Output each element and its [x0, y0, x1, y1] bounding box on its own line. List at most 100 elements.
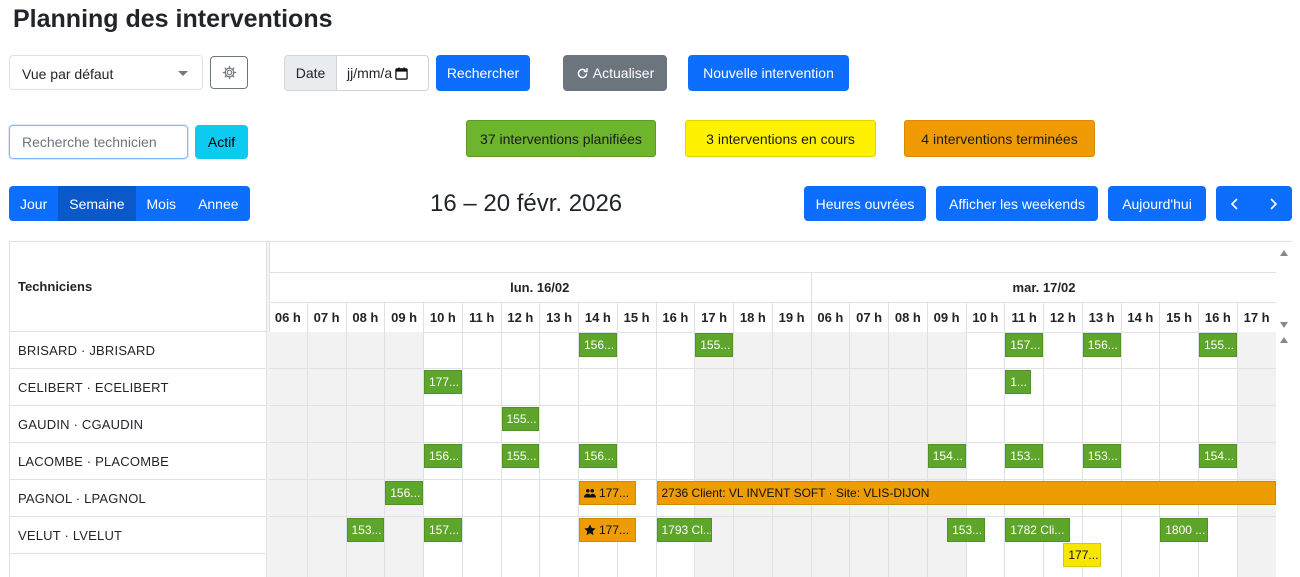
done-status-badge[interactable]: 4 interventions terminées [904, 120, 1095, 157]
vertical-scrollbar[interactable] [1276, 242, 1293, 577]
timeslot-cell[interactable] [385, 332, 424, 369]
timeslot-cell[interactable] [1237, 406, 1276, 443]
timeslot-cell[interactable] [462, 406, 502, 443]
tab-semaine[interactable]: Semaine [58, 186, 136, 221]
timeslot-cell[interactable] [966, 443, 1006, 480]
timeslot-cell[interactable] [850, 332, 889, 369]
business-hours-button[interactable]: Heures ouvrées [804, 186, 926, 221]
timeslot-cell[interactable] [1199, 406, 1238, 443]
scroll-up-icon[interactable] [1280, 337, 1288, 343]
timeslot-cell[interactable] [617, 332, 657, 369]
timeslot-cell[interactable] [579, 369, 618, 406]
timeslot-cell[interactable] [617, 369, 657, 406]
refresh-button[interactable]: Actualiser [563, 55, 667, 91]
intervention-event[interactable]: 155... [1199, 333, 1237, 357]
search-button[interactable]: Rechercher [436, 55, 530, 91]
timeslot-cell[interactable] [463, 517, 502, 577]
timeslot-cell[interactable] [269, 369, 308, 406]
timeslot-cell[interactable] [927, 369, 967, 406]
timeslot-cell[interactable] [1121, 443, 1161, 480]
timeslot-cell[interactable] [811, 332, 851, 369]
timeslot-cell[interactable] [889, 332, 928, 369]
timeslot-cell[interactable] [346, 406, 386, 443]
timeslot-cell[interactable] [307, 480, 347, 517]
timeslot-cell[interactable] [734, 443, 773, 480]
intervention-event[interactable]: 155... [501, 407, 540, 431]
intervention-event[interactable]: 1... [1005, 370, 1032, 394]
timeslot-cell[interactable] [462, 443, 502, 480]
timeslot-cell[interactable] [889, 517, 928, 577]
timeslot-cell[interactable] [695, 443, 734, 480]
intervention-event[interactable]: 2736 Client: VL INVENT SOFT · Site: VLIS… [656, 481, 1276, 505]
timeslot-cell[interactable] [346, 480, 386, 517]
timeslot-cell[interactable] [540, 369, 579, 406]
timeslot-cell[interactable] [772, 369, 812, 406]
timeslot-cell[interactable] [1160, 332, 1199, 369]
timeslot-cell[interactable] [462, 480, 502, 517]
intervention-event[interactable]: 155... [501, 444, 540, 468]
timeslot-cell[interactable] [1044, 369, 1083, 406]
timeslot-cell[interactable] [1237, 517, 1276, 577]
timeslot-cell[interactable] [501, 480, 541, 517]
timeslot-cell[interactable] [850, 443, 889, 480]
scroll-up-icon[interactable] [1280, 250, 1288, 256]
timeslot-cell[interactable] [772, 406, 812, 443]
technician-row[interactable]: LACOMBE · PLACOMBE [10, 443, 266, 480]
timeslot-cell[interactable] [540, 332, 579, 369]
timeslot-cell[interactable] [966, 369, 1006, 406]
timeslot-cell[interactable] [1160, 369, 1199, 406]
intervention-event[interactable]: 153... [346, 518, 385, 542]
timeslot-cell[interactable] [462, 332, 502, 369]
timeslot-cell[interactable] [346, 369, 386, 406]
timeslot-cell[interactable] [889, 406, 928, 443]
timeslot-cell[interactable] [269, 406, 308, 443]
intervention-event[interactable]: 177... [1063, 543, 1102, 567]
timeslot-cell[interactable] [656, 332, 696, 369]
intervention-event[interactable]: 1793 Cl... [656, 518, 712, 542]
timeslot-cell[interactable] [307, 517, 347, 577]
timeslot-cell[interactable] [889, 369, 928, 406]
intervention-event[interactable]: 154... [1199, 444, 1237, 468]
timeslot-cell[interactable] [1005, 406, 1044, 443]
timeslot-cell[interactable] [1122, 517, 1161, 577]
show-weekends-button[interactable]: Afficher les weekends [936, 186, 1098, 221]
tab-jour[interactable]: Jour [9, 186, 59, 221]
today-button[interactable]: Aujourd'hui [1108, 186, 1206, 221]
technician-search-input[interactable]: Recherche technicien [9, 125, 188, 159]
timeslot-cell[interactable] [1121, 369, 1161, 406]
timeslot-cell[interactable] [695, 406, 734, 443]
timeslot-cell[interactable] [501, 332, 541, 369]
timeslot-cell[interactable] [734, 332, 773, 369]
technician-row[interactable]: PAGNOL · LPAGNOL [10, 480, 266, 517]
technician-row[interactable]: CELIBERT · ECELIBERT [10, 369, 266, 406]
timeslot-cell[interactable] [424, 332, 463, 369]
timeslot-cell[interactable] [540, 443, 579, 480]
scroll-down-icon[interactable] [1280, 322, 1288, 328]
timeslot-cell[interactable] [1044, 406, 1083, 443]
intervention-event[interactable]: 155... [695, 333, 733, 357]
timeslot-cell[interactable] [889, 443, 928, 480]
technician-row[interactable]: GAUDIN · CGAUDIN [10, 406, 266, 443]
view-settings-button[interactable] [210, 56, 248, 89]
timeslot-cell[interactable] [1044, 443, 1083, 480]
timeslot-cell[interactable] [540, 406, 579, 443]
timeslot-cell[interactable] [385, 443, 424, 480]
intervention-event[interactable]: 153... [1005, 444, 1043, 468]
intervention-event[interactable]: 157... [1005, 333, 1043, 357]
timeslot-cell[interactable] [656, 406, 696, 443]
timeslot-cell[interactable] [734, 369, 773, 406]
timeslot-cell[interactable] [579, 406, 618, 443]
timeslot-cell[interactable] [307, 406, 347, 443]
intervention-event[interactable]: 156... [579, 444, 617, 468]
intervention-event[interactable]: 156... [1082, 333, 1121, 357]
timeslot-cell[interactable] [617, 443, 657, 480]
intervention-event[interactable]: 154... [927, 444, 966, 468]
timeslot-cell[interactable] [927, 406, 967, 443]
timeslot-cell[interactable] [1121, 332, 1161, 369]
timeslot-cell[interactable] [734, 406, 773, 443]
timeslot-cell[interactable] [656, 369, 696, 406]
timeslot-cell[interactable] [734, 517, 773, 577]
timeslot-cell[interactable] [656, 443, 696, 480]
timeslot-cell[interactable] [307, 443, 347, 480]
intervention-event[interactable]: 177... [579, 481, 637, 505]
